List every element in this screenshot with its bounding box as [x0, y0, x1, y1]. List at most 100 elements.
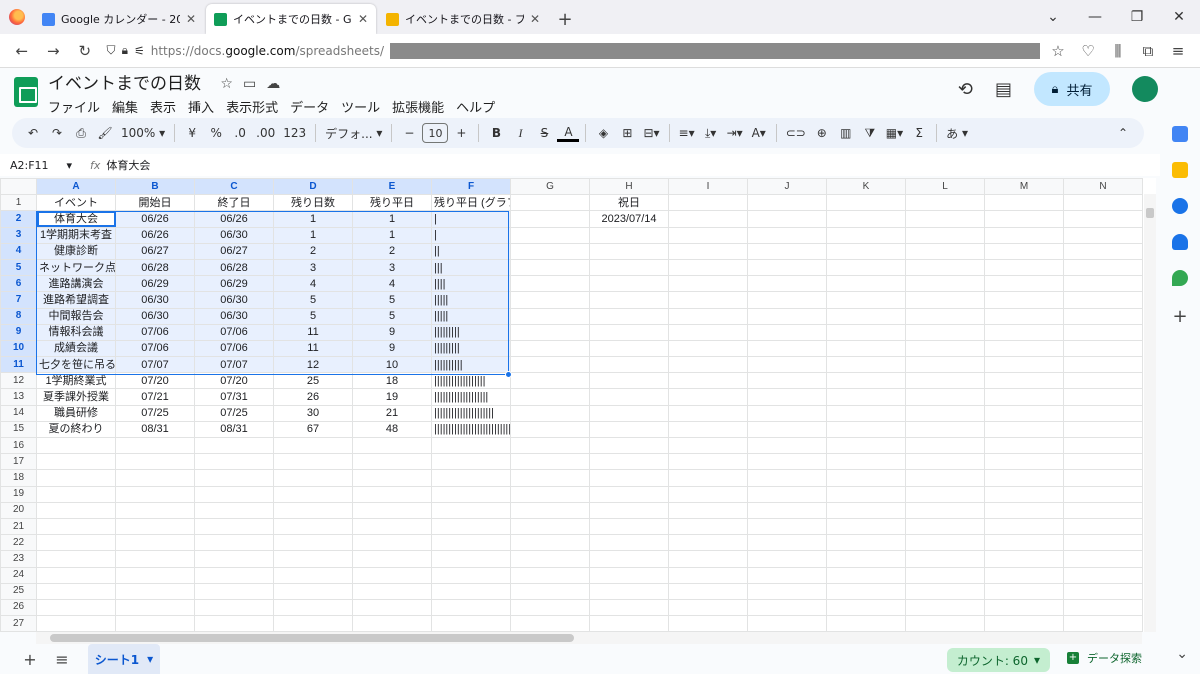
- cell[interactable]: [826, 453, 906, 471]
- cell[interactable]: 06/27: [115, 242, 195, 260]
- cell[interactable]: [826, 404, 906, 422]
- cell[interactable]: [668, 453, 748, 471]
- cell[interactable]: [747, 436, 827, 455]
- cell[interactable]: [36, 517, 116, 536]
- cell[interactable]: |||: [431, 258, 511, 277]
- cell[interactable]: [747, 598, 827, 617]
- cell[interactable]: [510, 420, 590, 439]
- cell[interactable]: [984, 582, 1064, 600]
- cell[interactable]: [1063, 323, 1143, 341]
- cell[interactable]: [984, 436, 1064, 455]
- cell[interactable]: [1063, 194, 1143, 212]
- cell[interactable]: [36, 550, 116, 568]
- cell[interactable]: 1: [273, 226, 353, 244]
- sheets-logo-icon[interactable]: [14, 77, 38, 107]
- cell[interactable]: [905, 388, 985, 406]
- row-header[interactable]: 12: [0, 372, 37, 390]
- cell[interactable]: ||||: [431, 275, 511, 293]
- close-tab-icon[interactable]: ✕: [186, 12, 196, 26]
- cell[interactable]: [1063, 404, 1143, 422]
- cell[interactable]: [510, 582, 590, 600]
- cell[interactable]: 2023/07/14: [589, 210, 669, 228]
- cell[interactable]: [984, 356, 1064, 374]
- cell[interactable]: [510, 291, 590, 309]
- insert-comment-icon[interactable]: ⊕: [811, 121, 833, 145]
- cell[interactable]: 2: [273, 242, 353, 260]
- cell[interactable]: [668, 485, 748, 503]
- cell[interactable]: [510, 210, 590, 228]
- insert-link-icon[interactable]: ⊂⊃: [783, 121, 809, 145]
- new-tab-icon[interactable]: +: [550, 4, 580, 34]
- cell[interactable]: ||: [431, 242, 511, 260]
- insert-chart-icon[interactable]: ▥: [835, 121, 857, 145]
- cell[interactable]: [352, 582, 432, 600]
- row-header[interactable]: 27: [0, 615, 37, 632]
- decrease-decimal-button[interactable]: .0: [229, 121, 251, 145]
- row-header[interactable]: 4: [0, 242, 37, 260]
- cell[interactable]: 1: [352, 226, 432, 244]
- cell[interactable]: [984, 404, 1064, 422]
- cell[interactable]: 2: [352, 242, 432, 260]
- close-window-icon[interactable]: ✕: [1158, 9, 1200, 25]
- cell[interactable]: [668, 534, 748, 552]
- row-header[interactable]: 8: [0, 307, 37, 325]
- cell[interactable]: [589, 404, 669, 422]
- cell[interactable]: |||||||||||||||||||||: [431, 404, 511, 422]
- cell[interactable]: [826, 615, 906, 632]
- cell[interactable]: 4: [273, 275, 353, 293]
- cell[interactable]: [273, 582, 353, 600]
- cell[interactable]: [905, 307, 985, 325]
- cell[interactable]: [747, 485, 827, 503]
- row-header[interactable]: 13: [0, 388, 37, 406]
- cell[interactable]: [510, 615, 590, 632]
- row-header[interactable]: 25: [0, 582, 37, 600]
- cell[interactable]: [668, 501, 748, 519]
- cell[interactable]: [352, 485, 432, 503]
- cell[interactable]: ||||||||||||||||||: [431, 372, 511, 390]
- column-header[interactable]: G: [510, 178, 590, 196]
- cell[interactable]: [905, 436, 985, 455]
- cell[interactable]: 4: [352, 275, 432, 293]
- cell[interactable]: [905, 582, 985, 600]
- cell[interactable]: [826, 323, 906, 341]
- cell[interactable]: [1063, 534, 1143, 552]
- bold-icon[interactable]: B: [485, 121, 507, 145]
- cell[interactable]: [36, 615, 116, 632]
- cell[interactable]: [1063, 356, 1143, 374]
- add-addon-icon[interactable]: +: [1172, 306, 1187, 327]
- cell[interactable]: [36, 582, 116, 600]
- cell[interactable]: [984, 453, 1064, 471]
- cloud-status-icon[interactable]: ☁: [266, 76, 280, 92]
- library-icon[interactable]: ⫼: [1104, 37, 1132, 65]
- cell[interactable]: [510, 323, 590, 341]
- cell[interactable]: 07/06: [194, 323, 274, 341]
- cell[interactable]: 07/06: [194, 339, 274, 358]
- column-header[interactable]: I: [668, 178, 748, 196]
- cell[interactable]: 08/31: [194, 420, 274, 439]
- tasks-icon[interactable]: [1172, 198, 1188, 214]
- input-tools-button[interactable]: あ ▾: [943, 121, 971, 145]
- row-header[interactable]: 7: [0, 291, 37, 309]
- cell[interactable]: [589, 420, 669, 439]
- cell[interactable]: [905, 372, 985, 390]
- share-button[interactable]: 🔒︎ 共有: [1034, 72, 1110, 106]
- cell[interactable]: [747, 388, 827, 406]
- cell[interactable]: [431, 582, 511, 600]
- select-all-corner[interactable]: [0, 178, 37, 196]
- cell[interactable]: [668, 356, 748, 374]
- browser-tab[interactable]: Google カレンダー - 2023年 5月 2 ✕: [34, 4, 204, 34]
- cell[interactable]: [747, 404, 827, 422]
- cell[interactable]: [826, 550, 906, 568]
- cell[interactable]: 07/07: [194, 356, 274, 374]
- cell[interactable]: [36, 534, 116, 552]
- cell[interactable]: [668, 194, 748, 212]
- menu-item[interactable]: 挿入: [188, 97, 214, 116]
- cell[interactable]: [668, 598, 748, 617]
- cell[interactable]: 終了日: [194, 194, 274, 212]
- cell[interactable]: [194, 517, 274, 536]
- cell[interactable]: 健康診断: [36, 242, 116, 260]
- cell[interactable]: [510, 194, 590, 212]
- cell[interactable]: [510, 485, 590, 503]
- cell[interactable]: [194, 615, 274, 632]
- cell[interactable]: [984, 485, 1064, 503]
